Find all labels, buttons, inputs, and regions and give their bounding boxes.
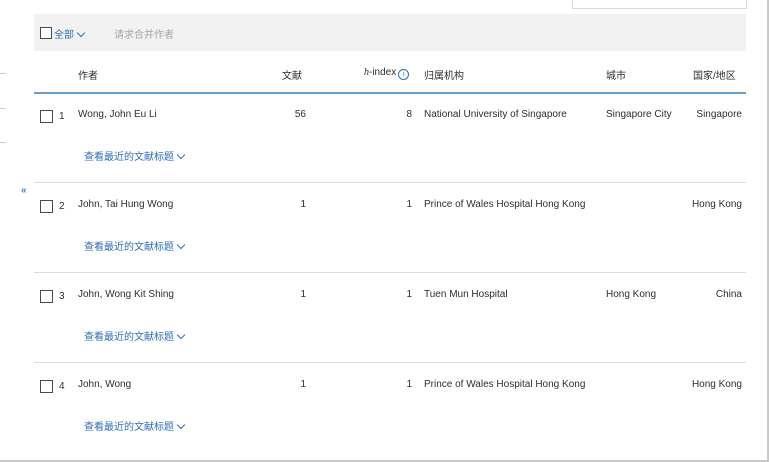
recent-titles-label: 查看最近的文献标题 bbox=[84, 152, 174, 163]
chevron-down-icon bbox=[176, 420, 186, 430]
hindex-value: 1 bbox=[406, 379, 412, 390]
header-city[interactable]: 城市 bbox=[606, 67, 626, 82]
recent-titles-label: 查看最近的文献标题 bbox=[84, 422, 174, 433]
recent-titles-toggle[interactable]: 查看最近的文献标题 bbox=[84, 148, 186, 163]
sort-select[interactable] bbox=[572, 0, 747, 9]
merge-authors-button[interactable]: 请求合并作者 bbox=[114, 26, 174, 41]
row-number: 2 bbox=[59, 201, 65, 212]
country: Singapore bbox=[696, 109, 742, 120]
select-all-dropdown[interactable]: 全部 bbox=[54, 26, 86, 41]
results-toolbar: 全部 请求合并作者 bbox=[34, 14, 746, 51]
info-icon[interactable]: i bbox=[398, 69, 410, 80]
doc-count[interactable]: 1 bbox=[274, 199, 306, 210]
city: Hong Kong bbox=[606, 289, 657, 300]
select-all-label: 全部 bbox=[54, 30, 74, 41]
row-number: 1 bbox=[59, 111, 65, 122]
chevron-down-icon bbox=[76, 28, 86, 38]
recent-titles-toggle[interactable]: 查看最近的文献标题 bbox=[84, 238, 186, 253]
left-rail: « bbox=[0, 0, 34, 460]
author-name-link[interactable]: John, Wong bbox=[78, 379, 131, 390]
hindex-value: 8 bbox=[406, 109, 412, 120]
row-checkbox[interactable] bbox=[40, 110, 53, 123]
hindex-value: 1 bbox=[406, 199, 412, 210]
header-hindex[interactable]: h-index i bbox=[364, 67, 410, 80]
author-name-link[interactable]: John, Tai Hung Wong bbox=[78, 199, 173, 210]
chevron-down-icon bbox=[176, 150, 186, 160]
affiliation: Tuen Mun Hospital bbox=[424, 289, 508, 300]
chevron-down-icon bbox=[176, 330, 186, 340]
affiliation: National University of Singapore bbox=[424, 109, 567, 120]
hindex-value: 1 bbox=[406, 289, 412, 300]
select-all-checkbox[interactable] bbox=[40, 27, 52, 39]
author-name-link[interactable]: Wong, John Eu Li bbox=[78, 109, 157, 120]
chevron-down-icon bbox=[176, 240, 186, 250]
affiliation: Prince of Wales Hospital Hong Kong bbox=[424, 379, 586, 390]
table-row: 4 John, Wong 1 1 Prince of Wales Hospita… bbox=[34, 363, 746, 452]
table-row: 3 John, Wong Kit Shing 1 1 Tuen Mun Hosp… bbox=[34, 273, 746, 363]
header-docs[interactable]: 文献 bbox=[282, 67, 302, 82]
recent-titles-toggle[interactable]: 查看最近的文献标题 bbox=[84, 418, 186, 433]
recent-titles-toggle[interactable]: 查看最近的文献标题 bbox=[84, 328, 186, 343]
row-checkbox[interactable] bbox=[40, 200, 53, 213]
results-frame: « 全部 请求合并作者 作者 文献 h-index i 归属机构 城市 国家/地区… bbox=[0, 0, 769, 462]
table-row: 1 Wong, John Eu Li 56 8 National Univers… bbox=[34, 93, 746, 183]
row-number: 4 bbox=[59, 381, 65, 392]
header-hindex-label: -index bbox=[369, 67, 397, 78]
doc-count[interactable]: 56 bbox=[274, 109, 306, 120]
double-chevron-left-icon[interactable]: « bbox=[21, 186, 31, 196]
author-name-link[interactable]: John, Wong Kit Shing bbox=[78, 289, 174, 300]
header-author[interactable]: 作者 bbox=[78, 67, 98, 82]
doc-count[interactable]: 1 bbox=[274, 379, 306, 390]
city: Singapore City bbox=[606, 109, 672, 120]
header-affiliation[interactable]: 归属机构 bbox=[424, 67, 464, 82]
row-number: 3 bbox=[59, 291, 65, 302]
doc-count[interactable]: 1 bbox=[274, 289, 306, 300]
rail-divider bbox=[0, 108, 6, 109]
country: China bbox=[715, 289, 742, 300]
country: Hong Kong bbox=[691, 379, 742, 390]
header-country[interactable]: 国家/地区 bbox=[693, 67, 736, 82]
recent-titles-label: 查看最近的文献标题 bbox=[84, 242, 174, 253]
country: Hong Kong bbox=[691, 199, 742, 210]
table-row: 2 John, Tai Hung Wong 1 1 Prince of Wale… bbox=[34, 183, 746, 273]
affiliation: Prince of Wales Hospital Hong Kong bbox=[424, 199, 586, 210]
rail-divider bbox=[0, 142, 6, 143]
rail-divider bbox=[0, 73, 6, 74]
table-header: 作者 文献 h-index i 归属机构 城市 国家/地区 bbox=[34, 52, 746, 94]
recent-titles-label: 查看最近的文献标题 bbox=[84, 332, 174, 343]
row-checkbox[interactable] bbox=[40, 380, 53, 393]
row-checkbox[interactable] bbox=[40, 290, 53, 303]
